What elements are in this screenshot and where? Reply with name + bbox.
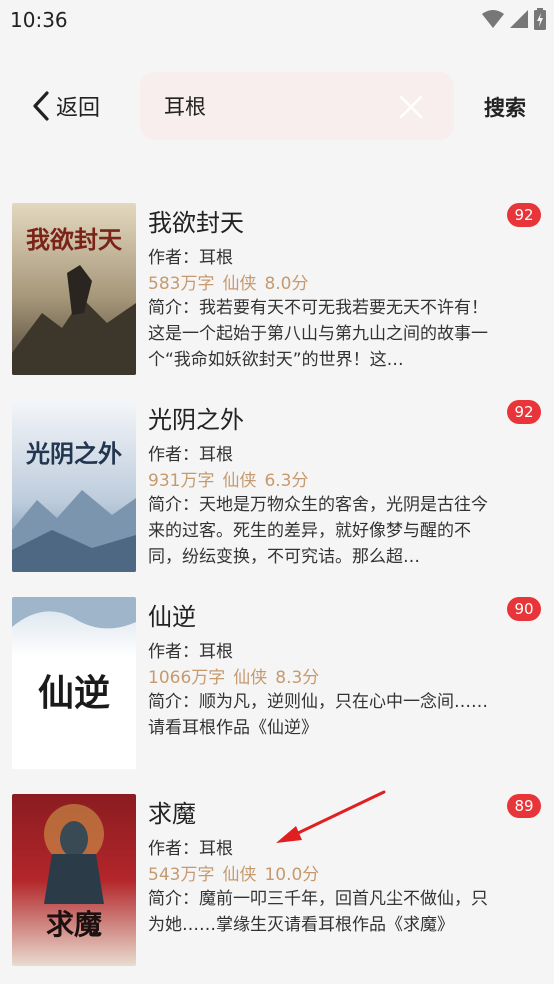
chevron-left-icon	[33, 91, 49, 121]
rank-badge: 92	[507, 203, 541, 227]
rank-badge: 90	[507, 597, 541, 621]
cover-title: 光阴之外	[25, 439, 122, 468]
status-bar: 10:36	[0, 0, 554, 40]
clear-icon[interactable]	[398, 94, 424, 120]
rank-badge: 89	[507, 794, 541, 818]
signal-icon	[510, 10, 528, 28]
top-bar: 返回 搜索	[0, 66, 554, 146]
back-button[interactable]: 返回	[32, 88, 100, 124]
book-description: 简介：天地是万物众生的客舍，光阴是古往今来的过客。死生的差异，就好像梦与醒的不同…	[148, 495, 488, 567]
search-input[interactable]	[164, 91, 384, 121]
back-label: 返回	[56, 96, 101, 121]
search-box	[140, 72, 454, 140]
cover-title: 求魔	[46, 908, 102, 941]
book-author: 作者：耳根	[148, 248, 233, 268]
status-icons	[482, 8, 546, 30]
book-description: 简介：我若要有天不可无我若要无天不许有！这是一个起始于第八山与第九山之间的故事一…	[148, 298, 488, 370]
book-description: 简介：顺为凡，逆则仙，只在心中一念间……请看耳根作品《仙逆》	[148, 692, 488, 738]
cover-title: 仙逆	[38, 672, 110, 714]
book-item[interactable]: 我欲封天 我欲封天 作者：耳根 583万字 仙侠 8.0分 简介：我若要有天不可无我…	[0, 197, 554, 377]
book-cover: 求魔	[12, 794, 136, 966]
book-meta: 1066万字 仙侠 8.3分	[148, 663, 319, 688]
book-title: 我欲封天	[148, 209, 244, 237]
book-genre: 仙侠	[233, 668, 268, 688]
book-genre: 仙侠	[222, 471, 257, 491]
book-words: 583万字	[148, 274, 215, 294]
book-score: 6.3分	[264, 471, 309, 491]
book-item[interactable]: 光阴之外 光阴之外 作者：耳根 931万字 仙侠 6.3分 简介：天地是万物众生的客…	[0, 394, 554, 574]
battery-icon	[534, 8, 546, 30]
book-words: 1066万字	[148, 668, 226, 688]
book-genre: 仙侠	[222, 865, 257, 885]
book-cover: 光阴之外	[12, 400, 136, 572]
book-meta: 583万字 仙侠 8.0分	[148, 269, 309, 294]
book-score: 8.0分	[264, 274, 309, 294]
status-time: 10:36	[10, 8, 68, 32]
book-title: 光阴之外	[148, 406, 244, 434]
book-cover: 仙逆	[12, 597, 136, 769]
book-author: 作者：耳根	[148, 445, 233, 465]
book-description: 简介：魔前一叩三千年，回首凡尘不做仙，只为她……掌缘生灭请看耳根作品《求魔》	[148, 889, 488, 935]
search-button[interactable]: 搜索	[484, 92, 526, 122]
book-score: 10.0分	[264, 865, 320, 885]
book-meta: 931万字 仙侠 6.3分	[148, 466, 309, 491]
book-title: 求魔	[148, 800, 196, 828]
book-author: 作者：耳根	[148, 839, 233, 859]
wifi-icon	[482, 10, 504, 28]
book-author: 作者：耳根	[148, 642, 233, 662]
book-title: 仙逆	[148, 603, 196, 631]
rank-badge: 92	[507, 400, 541, 424]
book-cover: 我欲封天	[12, 203, 136, 375]
cover-title: 我欲封天	[26, 225, 122, 254]
book-score: 8.3分	[275, 668, 320, 688]
book-meta: 543万字 仙侠 10.0分	[148, 860, 319, 885]
book-words: 931万字	[148, 471, 215, 491]
book-item[interactable]: 求魔 求魔 作者：耳根 543万字 仙侠 10.0分 简介：魔前一叩三千年，回首凡尘…	[0, 788, 554, 968]
book-words: 543万字	[148, 865, 215, 885]
book-item[interactable]: 仙逆 仙逆 作者：耳根 1066万字 仙侠 8.3分 简介：顺为凡，逆则仙，只在心中…	[0, 591, 554, 771]
book-genre: 仙侠	[222, 274, 257, 294]
